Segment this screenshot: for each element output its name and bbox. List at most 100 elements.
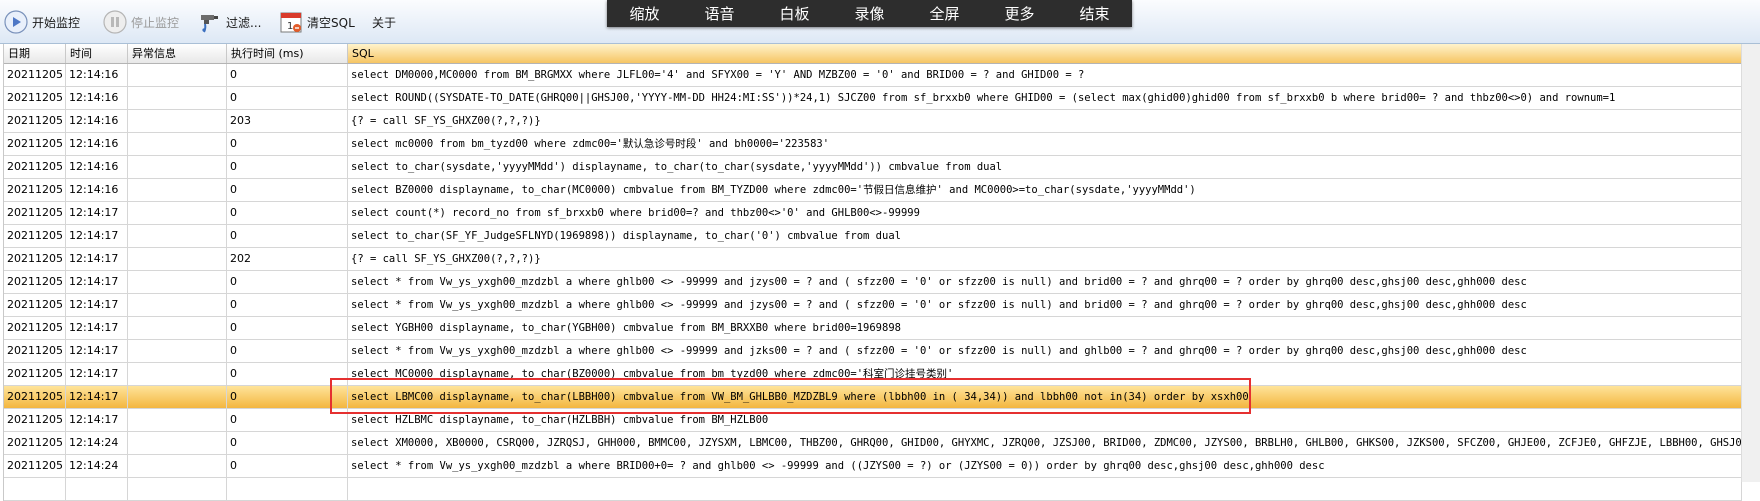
- cell-exception: [128, 340, 227, 362]
- cell-time: 12:14:17: [66, 271, 128, 293]
- cell-time: 12:14:17: [66, 340, 128, 362]
- column-header-date[interactable]: 日期: [4, 44, 66, 63]
- cell-exception: [128, 455, 227, 477]
- cell-sql: select mc0000 from bm_tyzd00 where zdmc0…: [348, 133, 1742, 155]
- table-row[interactable]: 20211205 12:14:24 0 select * from Vw_ys_…: [4, 455, 1742, 478]
- filter-button[interactable]: 过滤...: [198, 8, 261, 36]
- cell-date: 20211205: [4, 386, 66, 408]
- table-row[interactable]: 20211205 12:14:17 0 select MC0000 displa…: [4, 363, 1742, 386]
- column-header-exception[interactable]: 异常信息: [128, 44, 227, 63]
- table-row[interactable]: 20211205 12:14:16 0 select to_char(sysda…: [4, 156, 1742, 179]
- cell-exec-time: 0: [227, 156, 348, 178]
- cell-exception: [128, 409, 227, 431]
- calendar-clear-icon: 1: [280, 12, 302, 33]
- table-row[interactable]: 20211205 12:14:17 0 select * from Vw_ys_…: [4, 340, 1742, 363]
- cell-time: 12:14:17: [66, 202, 128, 224]
- table-row[interactable]: 20211205 12:14:16 203 {? = call SF_YS_GH…: [4, 110, 1742, 133]
- cell-exception: [128, 87, 227, 109]
- table-row[interactable]: 20211205 12:14:24 0 select XM0000, XB000…: [4, 432, 1742, 455]
- cell-sql: select to_char(sysdate,'yyyyMMdd') displ…: [348, 156, 1742, 178]
- meeting-fullscreen-button[interactable]: 全屏: [907, 3, 982, 24]
- table-row[interactable]: 20211205 12:14:17 202 {? = call SF_YS_GH…: [4, 248, 1742, 271]
- table-row[interactable]: 20211205 12:14:16 0 select BZ0000 displa…: [4, 179, 1742, 202]
- cell-exception: [128, 202, 227, 224]
- sql-log-table: 日期 时间 异常信息 执行时间 (ms) SQL 20211205 12:14:…: [3, 44, 1742, 501]
- meeting-record-button[interactable]: 录像: [832, 3, 907, 24]
- cell-time: 12:14:16: [66, 87, 128, 109]
- cell-exec-time: 0: [227, 386, 348, 408]
- meeting-whiteboard-button[interactable]: 白板: [757, 3, 832, 24]
- cell-sql: select * from Vw_ys_yxgh00_mzdzbl a wher…: [348, 455, 1742, 477]
- about-label: 关于: [372, 15, 397, 30]
- cell-exec-time: 0: [227, 202, 348, 224]
- cell-exception: [128, 248, 227, 270]
- table-row[interactable]: 20211205 12:14:16 0 select DM0000,MC0000…: [4, 64, 1742, 87]
- cell-exec-time: [227, 478, 348, 500]
- table-row[interactable]: 20211205 12:14:17 0 select LBMC00 displa…: [4, 386, 1742, 409]
- cell-time: 12:14:17: [66, 386, 128, 408]
- meeting-voice-button[interactable]: 语音: [682, 3, 757, 24]
- cell-exception: [128, 64, 227, 86]
- table-row[interactable]: 20211205 12:14:16 0 select mc0000 from b…: [4, 133, 1742, 156]
- cell-sql: select XM0000, XB0000, CSRQ00, JZRQSJ, G…: [348, 432, 1742, 454]
- meeting-more-button[interactable]: 更多: [982, 3, 1057, 24]
- cell-sql: {? = call SF_YS_GHXZ00(?,?,?)}: [348, 248, 1742, 270]
- cell-time: 12:14:17: [66, 225, 128, 247]
- meeting-zoom-button[interactable]: 缩放: [607, 3, 682, 24]
- cell-date: [4, 478, 66, 500]
- meeting-control-bar: 缩放 语音 白板 录像 全屏 更多 结束: [607, 0, 1132, 27]
- cell-sql: select * from Vw_ys_yxgh00_mzdzbl a wher…: [348, 271, 1742, 293]
- clear-sql-button[interactable]: 1 清空SQL: [279, 8, 355, 36]
- table-row[interactable]: 20211205 12:14:17 0 select HZLBMC displa…: [4, 409, 1742, 432]
- meeting-end-button[interactable]: 结束: [1057, 3, 1132, 24]
- cell-sql: select to_char(SF_YF_JudgeSFLNYD(1969898…: [348, 225, 1742, 247]
- cell-sql: [348, 478, 1742, 500]
- cell-exec-time: 0: [227, 225, 348, 247]
- about-button[interactable]: 关于: [372, 8, 396, 36]
- cell-exception: [128, 225, 227, 247]
- cell-date: 20211205: [4, 225, 66, 247]
- start-monitor-button[interactable]: 开始监控: [4, 8, 80, 36]
- cell-exec-time: 0: [227, 179, 348, 201]
- stop-monitor-button[interactable]: 停止监控: [103, 8, 179, 36]
- cell-exception: [128, 363, 227, 385]
- cell-time: 12:14:17: [66, 363, 128, 385]
- stop-monitor-label: 停止监控: [131, 15, 180, 30]
- column-header-time[interactable]: 时间: [66, 44, 128, 63]
- cell-date: 20211205: [4, 455, 66, 477]
- cell-date: 20211205: [4, 340, 66, 362]
- cell-exec-time: 0: [227, 64, 348, 86]
- cell-date: 20211205: [4, 432, 66, 454]
- cell-time: 12:14:16: [66, 133, 128, 155]
- cell-time: 12:14:24: [66, 432, 128, 454]
- filter-label: 过滤...: [226, 15, 262, 30]
- cell-exception: [128, 156, 227, 178]
- table-row[interactable]: 20211205 12:14:17 0 select * from Vw_ys_…: [4, 294, 1742, 317]
- table-row[interactable]: 20211205 12:14:17 0 select YGBH00 displa…: [4, 317, 1742, 340]
- table-row[interactable]: [4, 478, 1742, 501]
- cell-time: [66, 478, 128, 500]
- cell-exec-time: 0: [227, 271, 348, 293]
- cell-exec-time: 0: [227, 87, 348, 109]
- cell-exception: [128, 179, 227, 201]
- cell-time: 12:14:16: [66, 110, 128, 132]
- vertical-scrollbar[interactable]: [1741, 44, 1760, 482]
- cell-exception: [128, 317, 227, 339]
- cell-date: 20211205: [4, 64, 66, 86]
- cell-time: 12:14:17: [66, 317, 128, 339]
- cell-time: 12:14:16: [66, 64, 128, 86]
- table-row[interactable]: 20211205 12:14:16 0 select ROUND((SYSDAT…: [4, 87, 1742, 110]
- cell-sql: select HZLBMC displayname, to_char(HZLBB…: [348, 409, 1742, 431]
- column-header-sql[interactable]: SQL: [348, 44, 1742, 63]
- cell-time: 12:14:17: [66, 248, 128, 270]
- table-row[interactable]: 20211205 12:14:17 0 select count(*) reco…: [4, 202, 1742, 225]
- cell-time: 12:14:17: [66, 409, 128, 431]
- cell-time: 12:14:16: [66, 156, 128, 178]
- table-row[interactable]: 20211205 12:14:17 0 select * from Vw_ys_…: [4, 271, 1742, 294]
- cell-sql: select LBMC00 displayname, to_char(LBBH0…: [348, 386, 1742, 408]
- cell-sql: select YGBH00 displayname, to_char(YGBH0…: [348, 317, 1742, 339]
- cell-date: 20211205: [4, 317, 66, 339]
- table-row[interactable]: 20211205 12:14:17 0 select to_char(SF_YF…: [4, 225, 1742, 248]
- column-header-exec-time[interactable]: 执行时间 (ms): [227, 44, 348, 63]
- cell-date: 20211205: [4, 294, 66, 316]
